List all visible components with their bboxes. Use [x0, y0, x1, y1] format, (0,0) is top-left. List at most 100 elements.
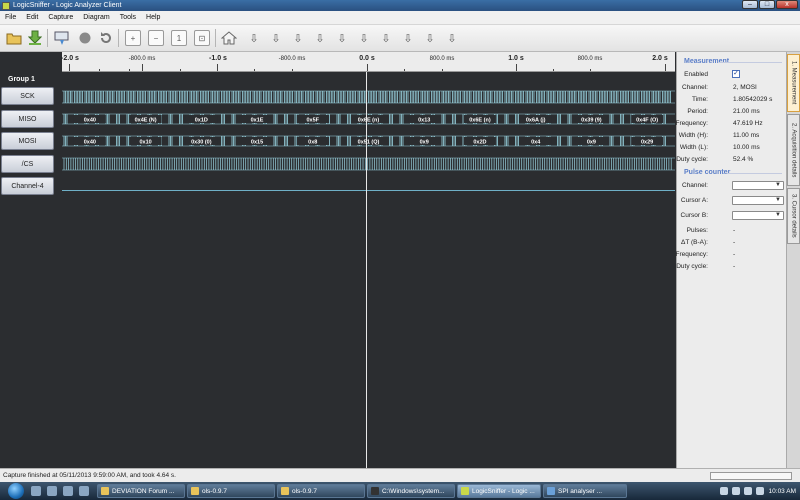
network-icon[interactable] [743, 487, 752, 495]
go-to-cursor-a-icon[interactable]: ⇩ [268, 30, 284, 46]
pulse-row-label: ΔT (B-A): [681, 239, 708, 246]
timeline-ruler[interactable]: -2.0 s -800.0 ms -1.0 s -800.0 ms 0.0 s … [61, 52, 675, 72]
taskbar-button[interactable]: SPI analyser ... [543, 484, 627, 498]
menu-help[interactable]: Help [141, 14, 165, 21]
channel-label-sck[interactable]: SCK [1, 87, 54, 105]
decoded-byte-label: 0x5F [306, 118, 319, 124]
decoded-byte-label: 0x29 [641, 140, 653, 146]
chevron-down-icon: ▼ [775, 182, 781, 188]
measurement-row-label: Channel: [681, 84, 708, 91]
go-to-cursor-d-icon[interactable]: ⇩ [334, 30, 350, 46]
menu-diagram[interactable]: Diagram [78, 14, 114, 21]
decoded-byte-label: 0x9 [587, 140, 596, 146]
minimize-button[interactable]: – [742, 0, 758, 9]
cursor-b-select[interactable]: ▼ [732, 211, 784, 220]
decoded-byte-label: 0x51 (Q) [358, 140, 380, 146]
measurement-row-value: 21.00 ms [733, 108, 760, 115]
decoded-byte-label: 0x9 [420, 140, 429, 146]
decoded-byte-label: 0x1E [251, 118, 264, 124]
taskbar-button[interactable]: DEVIATION Forum ... [97, 484, 185, 498]
maximize-button[interactable]: □ [759, 0, 775, 9]
go-to-cursor-h-icon[interactable]: ⇩ [422, 30, 438, 46]
tab-cursor-details[interactable]: 3. Cursor details [787, 188, 800, 244]
explorer-icon[interactable] [47, 486, 57, 496]
window-controls: – □ x [741, 0, 798, 9]
tab-measurement[interactable]: 1. Measurement [787, 54, 800, 112]
go-to-cursor-f-icon[interactable]: ⇩ [378, 30, 394, 46]
menu-capture[interactable]: Capture [43, 14, 78, 21]
measurement-row-label: Width (L): [679, 144, 708, 151]
decoded-byte-label: 0x6E (n) [469, 118, 491, 124]
show-desktop-icon[interactable] [31, 486, 41, 496]
console-icon [371, 487, 379, 495]
measurement-panel: Measurement Enabled ✓ Channel: 2, MOSI T… [675, 52, 786, 468]
channel-label-mosi[interactable]: MOSI [1, 132, 54, 150]
measurement-row-value: 52.4 % [733, 156, 754, 163]
timeline-label: 2.0 s [652, 55, 668, 62]
menu-file[interactable]: File [0, 14, 21, 21]
menu-bar: File Edit Capture Diagram Tools Help [0, 11, 800, 25]
open-folder-icon[interactable] [6, 30, 22, 46]
tab-measurement-label: 1. Measurement [790, 61, 797, 105]
tray-icon[interactable] [731, 487, 740, 495]
zoom-original-icon[interactable]: 1 [171, 30, 187, 46]
signal-diagram[interactable]: -2.0 s -800.0 ms -1.0 s -800.0 ms 0.0 s … [0, 52, 675, 468]
chevron-down-icon: ▼ [775, 197, 781, 203]
timeline-label: -2.0 s [61, 55, 79, 62]
timeline-label: -800.0 ms [278, 56, 306, 62]
taskbar-button-label: SPI analyser ... [558, 487, 603, 495]
tab-acquisition-details[interactable]: 2. Acquisition details [787, 114, 800, 186]
measurement-row-value: 11.00 ms [733, 132, 760, 139]
capture-device-icon[interactable] [54, 30, 70, 46]
channel-4-waveform [62, 190, 675, 191]
repeat-capture-icon[interactable] [98, 30, 114, 46]
taskbar-button[interactable]: C:\Windows\system... [367, 484, 455, 498]
zoom-in-icon[interactable]: + [125, 30, 141, 46]
clock[interactable]: 10:03 AM [769, 488, 796, 495]
channel-label-miso[interactable]: MISO [1, 110, 54, 128]
menu-edit[interactable]: Edit [21, 14, 43, 21]
decoded-byte-label: 0x2D [473, 140, 486, 146]
decoded-byte-label: 0x39 (9) [581, 118, 602, 124]
taskbar-button-active[interactable]: LogicSniffer - Logic ... [457, 484, 541, 498]
go-to-cursor-c-icon[interactable]: ⇩ [312, 30, 328, 46]
pulse-channel-select[interactable]: ▼ [732, 181, 784, 190]
menu-tools[interactable]: Tools [115, 14, 141, 21]
pulse-channel-label: Channel: [681, 182, 708, 189]
zoom-out-icon[interactable]: − [148, 30, 164, 46]
browser-task-icon [101, 487, 109, 495]
capture-progress-bar [710, 472, 792, 480]
zoom-all-icon[interactable]: ⊡ [194, 30, 210, 46]
group-label: Group 1 [8, 76, 35, 83]
channel-label-cs[interactable]: /CS [1, 155, 54, 173]
measurement-row-value: 1.80542029 s [733, 96, 773, 103]
enabled-label: Enabled [684, 71, 708, 78]
go-to-cursor-g-icon[interactable]: ⇩ [400, 30, 416, 46]
channel-label-channel-4[interactable]: Channel-4 [1, 177, 54, 195]
status-text: Capture finished at 05/11/2013 9:59:00 A… [3, 472, 176, 479]
close-button[interactable]: x [776, 0, 798, 9]
timeline-label: 800.0 ms [429, 56, 455, 62]
go-to-cursor-i-icon[interactable]: ⇩ [444, 30, 460, 46]
stop-icon[interactable] [77, 30, 93, 46]
go-to-cursor-b-icon[interactable]: ⇩ [290, 30, 306, 46]
start-button[interactable] [8, 483, 24, 499]
taskbar-button[interactable]: ols-0.9.7 [187, 484, 275, 498]
media-icon[interactable] [79, 486, 89, 496]
volume-icon[interactable] [755, 487, 764, 495]
go-to-trigger-icon[interactable]: ⇩ [246, 30, 262, 46]
taskbar-button[interactable]: ols-0.9.7 [277, 484, 365, 498]
home-icon[interactable] [221, 30, 237, 46]
measurement-row-value: 2, MOSI [733, 84, 757, 91]
tray-icon[interactable] [719, 487, 728, 495]
cs-waveform [62, 157, 675, 171]
timeline-label: -800.0 ms [128, 56, 156, 62]
measurement-row-label: Period: [687, 108, 708, 115]
mosi-waveform: 0x40 0x10 0x30 (0) 0x15 0x8 0x51 (Q) 0x9 0x2D 0x… [62, 135, 675, 147]
save-down-arrow-icon[interactable] [27, 30, 43, 46]
trigger-cursor[interactable] [366, 72, 367, 468]
cursor-a-select[interactable]: ▼ [732, 196, 784, 205]
enabled-checkbox[interactable]: ✓ [732, 70, 740, 78]
browser-icon[interactable] [63, 486, 73, 496]
go-to-cursor-e-icon[interactable]: ⇩ [356, 30, 372, 46]
